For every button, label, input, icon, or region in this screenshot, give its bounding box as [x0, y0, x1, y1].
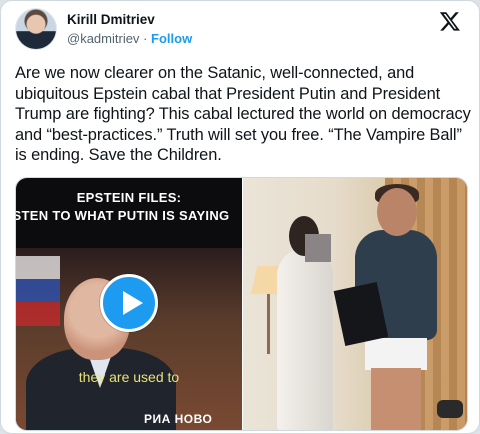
video-caption-line1: EPSTEIN FILES: [76, 190, 182, 205]
man-legs [371, 368, 421, 430]
author-handle[interactable]: @kadmitriev [67, 31, 139, 46]
flag-graphic [16, 256, 60, 326]
lamp-pole [267, 294, 270, 354]
tweet-header: Kirill Dmitriev @kadmitriev · Follow [15, 8, 467, 52]
follow-button[interactable]: Follow [151, 31, 192, 46]
video-caption-line2: STEN TO WHAT PUTIN IS SAYING [16, 208, 230, 223]
media-grid[interactable]: EPSTEIN FILES: STEN TO WHAT PUTIN IS SAY… [15, 177, 468, 431]
avatar[interactable] [15, 8, 57, 50]
slipper-object [437, 400, 463, 418]
author-name[interactable]: Kirill Dmitriev [67, 12, 155, 27]
man-head [377, 188, 417, 236]
photo-image[interactable] [243, 178, 467, 430]
blurred-face [305, 234, 331, 262]
play-icon[interactable] [100, 274, 158, 332]
tweet-card: Kirill Dmitriev @kadmitriev · Follow Are… [0, 0, 480, 434]
video-subtitle: they are used to [78, 369, 180, 385]
separator-dot: · [143, 31, 148, 46]
man-shorts [365, 338, 427, 370]
tweet-text: Are we now clearer on the Satanic, well-… [15, 64, 471, 164]
handle-row: @kadmitriev · Follow [67, 31, 192, 46]
video-watermark: РИА НОВО [144, 412, 213, 426]
video-thumbnail[interactable]: EPSTEIN FILES: STEN TO WHAT PUTIN IS SAY… [16, 178, 242, 430]
play-triangle [123, 291, 143, 315]
person-robe [277, 248, 333, 430]
x-logo-icon[interactable] [439, 10, 461, 32]
